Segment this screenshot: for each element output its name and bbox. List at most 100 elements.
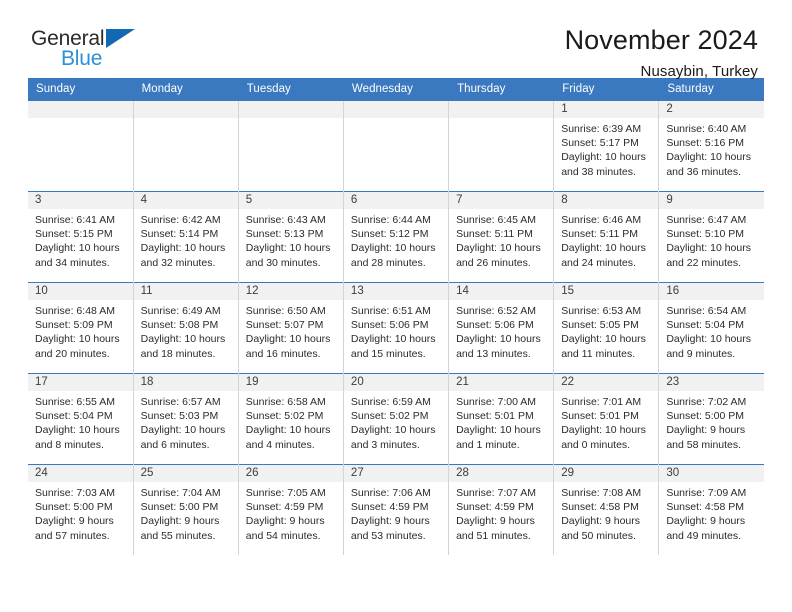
sunset-text: Sunset: 4:58 PM xyxy=(666,501,744,514)
day-number: 11 xyxy=(133,283,238,300)
sunset-text: Sunset: 5:08 PM xyxy=(140,319,219,332)
day-number xyxy=(449,101,554,118)
calendar-header-row: Sunday Monday Tuesday Wednesday Thursday Frid… xyxy=(28,78,764,101)
calendar-day-cell[interactable]: 10 Sunrise: 6:48 AM Sunset: 5:09 PM Dayligh… xyxy=(28,282,134,374)
calendar-day-cell[interactable]: 30 Sunrise: 7:09 AM Sunset: 4:58 PM Dayligh… xyxy=(658,464,764,555)
day-number: 9 xyxy=(659,192,764,209)
sunrise-text: Sunrise: 6:55 AM xyxy=(35,396,115,408)
sunset-text: Sunset: 5:14 PM xyxy=(140,228,219,241)
day-cell-inner: 11 Sunrise: 6:49 AM Sunset: 5:08 PM Dayligh… xyxy=(133,283,238,373)
calendar-day-cell[interactable]: 4 Sunrise: 6:42 AM Sunset: 5:14 PM Daylight… xyxy=(133,191,239,283)
calendar-day-cell[interactable]: 12 Sunrise: 6:50 AM Sunset: 5:07 PM Dayligh… xyxy=(238,282,344,374)
calendar-page: General Blue November 2024 Nusaybin, Tur… xyxy=(0,0,792,612)
daylight-text-line1: Daylight: 10 hours xyxy=(350,242,436,255)
day-number xyxy=(133,101,238,118)
calendar-day-cell[interactable]: 23 Sunrise: 7:02 AM Sunset: 5:00 PM Dayligh… xyxy=(658,373,764,465)
calendar-day-cell[interactable]: 18 Sunrise: 6:57 AM Sunset: 5:03 PM Dayligh… xyxy=(133,373,239,465)
calendar-day-cell[interactable]: 19 Sunrise: 6:58 AM Sunset: 5:02 PM Dayligh… xyxy=(238,373,344,465)
day-cell-inner: 16 Sunrise: 6:54 AM Sunset: 5:04 PM Dayligh… xyxy=(659,283,764,373)
calendar-day-cell[interactable]: 2 Sunrise: 6:40 AM Sunset: 5:16 PM Daylight… xyxy=(658,100,764,192)
calendar-day-cell[interactable]: 22 Sunrise: 7:01 AM Sunset: 5:01 PM Dayligh… xyxy=(553,373,660,465)
sunset-text: Sunset: 5:07 PM xyxy=(245,319,324,332)
daylight-text-line2: and 0 minutes. xyxy=(561,438,631,451)
calendar-day-cell[interactable]: 28 Sunrise: 7:07 AM Sunset: 4:59 PM Dayligh… xyxy=(448,464,555,555)
weekday-header-sunday: Sunday xyxy=(28,78,134,101)
calendar-day-cell[interactable]: 7 Sunrise: 6:45 AM Sunset: 5:11 PM Daylight… xyxy=(448,191,555,283)
calendar-day-cell[interactable]: 21 Sunrise: 7:00 AM Sunset: 5:01 PM Dayligh… xyxy=(448,373,555,465)
daylight-text-line2: and 28 minutes. xyxy=(350,256,426,269)
calendar-day-cell[interactable]: 1 Sunrise: 6:39 AM Sunset: 5:17 PM Daylight… xyxy=(553,100,660,192)
day-cell-inner: 28 Sunrise: 7:07 AM Sunset: 4:59 PM Dayligh… xyxy=(449,465,554,555)
sunrise-text: Sunrise: 7:03 AM xyxy=(35,487,115,499)
daylight-text-line2: and 6 minutes. xyxy=(140,438,210,451)
daylight-text-line1: Daylight: 10 hours xyxy=(456,242,541,255)
day-number: 22 xyxy=(554,374,659,391)
calendar-day-cell[interactable]: 9 Sunrise: 6:47 AM Sunset: 5:10 PM Daylight… xyxy=(658,191,764,283)
day-details: Sunrise: 6:59 AM Sunset: 5:02 PM Daylight:… xyxy=(344,391,448,452)
day-number: 12 xyxy=(238,283,343,300)
sunset-text: Sunset: 5:06 PM xyxy=(456,319,534,332)
day-number: 18 xyxy=(133,374,238,391)
calendar-day-cell[interactable]: 26 Sunrise: 7:05 AM Sunset: 4:59 PM Dayligh… xyxy=(238,464,344,555)
sunrise-text: Sunrise: 6:49 AM xyxy=(140,305,221,317)
daylight-text-line1: Daylight: 10 hours xyxy=(350,333,436,346)
sunset-text: Sunset: 5:01 PM xyxy=(456,410,534,423)
day-number: 26 xyxy=(238,465,343,482)
day-cell-inner: 4 Sunrise: 6:42 AM Sunset: 5:14 PM Daylight… xyxy=(133,192,238,282)
sunrise-text: Sunrise: 7:07 AM xyxy=(456,487,537,499)
daylight-text-line2: and 53 minutes. xyxy=(350,529,426,542)
sunrise-text: Sunrise: 6:47 AM xyxy=(666,214,747,226)
daylight-text-line1: Daylight: 10 hours xyxy=(561,424,646,437)
sunrise-text: Sunrise: 6:42 AM xyxy=(140,214,221,226)
calendar-day-cell[interactable]: 8 Sunrise: 6:46 AM Sunset: 5:11 PM Daylight… xyxy=(553,191,660,283)
day-details: Sunrise: 6:52 AM Sunset: 5:06 PM Daylight:… xyxy=(449,300,553,361)
day-details: Sunrise: 6:45 AM Sunset: 5:11 PM Daylight:… xyxy=(449,209,553,270)
general-blue-logo[interactable]: General Blue xyxy=(31,26,143,76)
calendar-day-cell[interactable]: 11 Sunrise: 6:49 AM Sunset: 5:08 PM Dayligh… xyxy=(133,282,239,374)
calendar-day-cell[interactable]: 24 Sunrise: 7:03 AM Sunset: 5:00 PM Dayligh… xyxy=(28,464,134,555)
calendar-day-cell[interactable]: 15 Sunrise: 6:53 AM Sunset: 5:05 PM Dayligh… xyxy=(553,282,660,374)
day-number: 5 xyxy=(238,192,343,209)
day-number: 14 xyxy=(449,283,554,300)
calendar-cell-empty xyxy=(448,100,555,192)
daylight-text-line1: Daylight: 10 hours xyxy=(561,333,646,346)
day-cell-inner xyxy=(449,101,554,191)
calendar-day-cell[interactable]: 14 Sunrise: 6:52 AM Sunset: 5:06 PM Dayligh… xyxy=(448,282,555,374)
sunrise-text: Sunrise: 6:52 AM xyxy=(456,305,537,317)
day-details: Sunrise: 6:46 AM Sunset: 5:11 PM Daylight:… xyxy=(554,209,658,270)
calendar-day-cell[interactable]: 6 Sunrise: 6:44 AM Sunset: 5:12 PM Daylight… xyxy=(343,191,450,283)
calendar-day-cell[interactable]: 3 Sunrise: 6:41 AM Sunset: 5:15 PM Daylight… xyxy=(28,191,134,283)
day-number: 6 xyxy=(343,192,449,209)
sunrise-text: Sunrise: 6:53 AM xyxy=(561,305,642,317)
day-cell-inner: 24 Sunrise: 7:03 AM Sunset: 5:00 PM Dayligh… xyxy=(28,465,133,555)
calendar-day-cell[interactable]: 17 Sunrise: 6:55 AM Sunset: 5:04 PM Dayligh… xyxy=(28,373,134,465)
sunset-text: Sunset: 5:02 PM xyxy=(245,410,324,423)
sunrise-text: Sunrise: 6:50 AM xyxy=(245,305,326,317)
sunrise-text: Sunrise: 7:09 AM xyxy=(666,487,747,499)
daylight-text-line2: and 15 minutes. xyxy=(350,347,426,360)
daylight-text-line2: and 3 minutes. xyxy=(350,438,420,451)
day-details: Sunrise: 7:04 AM Sunset: 5:00 PM Daylight:… xyxy=(134,482,238,543)
daylight-text-line1: Daylight: 9 hours xyxy=(35,515,114,528)
calendar-day-cell[interactable]: 20 Sunrise: 6:59 AM Sunset: 5:02 PM Dayligh… xyxy=(343,373,450,465)
logo-text-blue: Blue xyxy=(61,47,103,70)
sunset-text: Sunset: 5:04 PM xyxy=(35,410,113,423)
day-cell-inner: 23 Sunrise: 7:02 AM Sunset: 5:00 PM Dayligh… xyxy=(659,374,764,464)
sunset-text: Sunset: 5:10 PM xyxy=(666,228,744,241)
calendar-day-cell[interactable]: 16 Sunrise: 6:54 AM Sunset: 5:04 PM Dayligh… xyxy=(658,282,764,374)
daylight-text-line2: and 26 minutes. xyxy=(456,256,531,269)
sunrise-text: Sunrise: 6:54 AM xyxy=(666,305,747,317)
day-details: Sunrise: 7:09 AM Sunset: 4:58 PM Daylight:… xyxy=(659,482,764,543)
sunrise-text: Sunrise: 7:06 AM xyxy=(350,487,431,499)
calendar-day-cell[interactable]: 29 Sunrise: 7:08 AM Sunset: 4:58 PM Dayligh… xyxy=(553,464,660,555)
sunrise-text: Sunrise: 7:05 AM xyxy=(245,487,326,499)
calendar-day-cell[interactable]: 13 Sunrise: 6:51 AM Sunset: 5:06 PM Dayligh… xyxy=(343,282,450,374)
calendar-day-cell[interactable]: 27 Sunrise: 7:06 AM Sunset: 4:59 PM Dayligh… xyxy=(343,464,450,555)
sunset-text: Sunset: 5:05 PM xyxy=(561,319,639,332)
day-cell-inner: 1 Sunrise: 6:39 AM Sunset: 5:17 PM Daylight… xyxy=(554,101,659,191)
daylight-text-line2: and 22 minutes. xyxy=(666,256,742,269)
day-details: Sunrise: 7:03 AM Sunset: 5:00 PM Daylight:… xyxy=(28,482,133,543)
calendar-day-cell[interactable]: 25 Sunrise: 7:04 AM Sunset: 5:00 PM Dayligh… xyxy=(133,464,239,555)
calendar-day-cell[interactable]: 5 Sunrise: 6:43 AM Sunset: 5:13 PM Daylight… xyxy=(238,191,344,283)
day-cell-inner xyxy=(343,101,449,191)
